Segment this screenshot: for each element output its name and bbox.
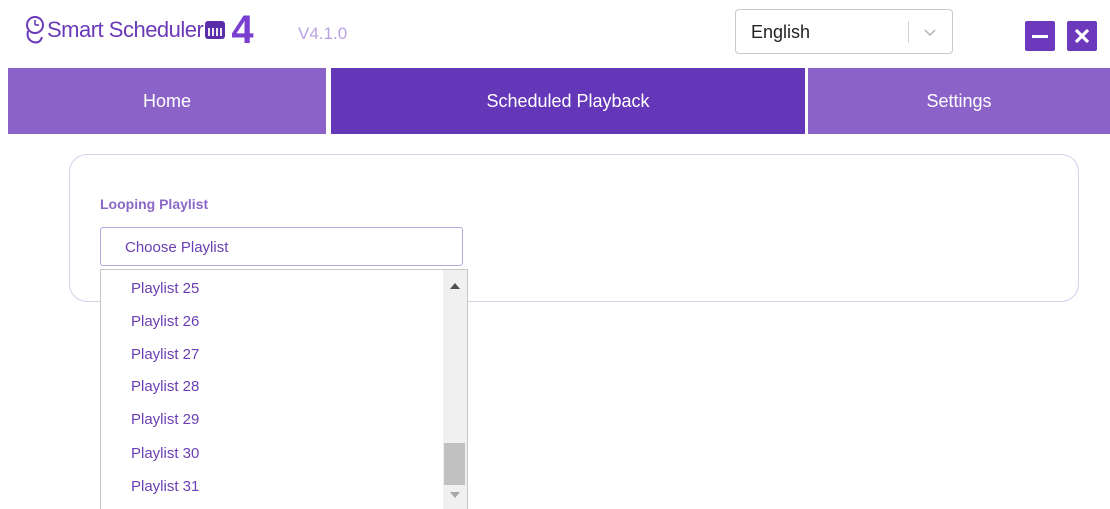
scroll-up-arrow-icon[interactable] (450, 283, 460, 289)
list-item[interactable]: Playlist 26 (131, 313, 199, 330)
tab-settings[interactable]: Settings (808, 68, 1110, 134)
list-item[interactable]: Playlist 29 (131, 411, 199, 428)
list-item[interactable]: Playlist 28 (131, 378, 199, 395)
select-divider (908, 21, 909, 43)
playlist-select-placeholder: Choose Playlist (125, 239, 229, 256)
header: Smart Scheduler 4 V4.1.0 English (0, 0, 1110, 68)
chevron-down-icon[interactable] (920, 22, 940, 42)
list-item[interactable]: Playlist 30 (131, 445, 199, 462)
tab-scheduled-playback[interactable]: Scheduled Playback (331, 68, 805, 134)
calendar-icon (205, 21, 226, 39)
looping-playlist-label: Looping Playlist (100, 196, 209, 212)
language-select[interactable]: English (735, 9, 953, 54)
playlist-dropdown-list[interactable]: Playlist 25 Playlist 26 Playlist 27 Play… (100, 269, 468, 509)
app-logo: Smart Scheduler 4 (24, 8, 254, 52)
main-nav: Home Scheduled Playback Settings (0, 68, 1110, 134)
minimize-icon (1032, 35, 1048, 38)
scrollbar[interactable] (443, 270, 467, 509)
close-icon (1074, 28, 1090, 44)
list-item[interactable]: Playlist 25 (131, 280, 199, 297)
playlist-select[interactable]: Choose Playlist (100, 227, 463, 266)
logo-text: Smart Scheduler (47, 17, 204, 42)
app-window: Smart Scheduler 4 V4.1.0 English Home Sc… (0, 0, 1110, 509)
list-item[interactable]: Playlist 31 (131, 478, 199, 495)
language-value: English (751, 22, 811, 42)
close-button[interactable] (1067, 21, 1097, 51)
version-label: V4.1.0 (298, 24, 348, 43)
clock-icon (26, 16, 44, 44)
scrollbar-thumb[interactable] (444, 443, 465, 485)
list-item[interactable]: Playlist 27 (131, 346, 199, 363)
logo-number: 4 (231, 8, 254, 52)
scroll-down-arrow-icon[interactable] (450, 492, 460, 498)
minimize-button[interactable] (1025, 21, 1055, 51)
tab-home[interactable]: Home (8, 68, 326, 134)
